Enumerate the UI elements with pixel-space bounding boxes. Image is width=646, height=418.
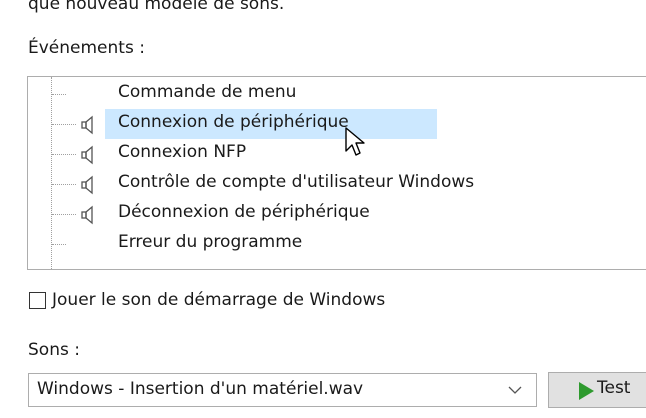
- chevron-down-icon: [508, 386, 522, 394]
- event-item[interactable]: Connexion NFP: [28, 139, 646, 169]
- event-item[interactable]: Déconnexion de périphérique: [28, 199, 646, 229]
- play-icon: [579, 382, 594, 400]
- events-list[interactable]: Commande de menu Connexion de périphériq…: [27, 76, 646, 270]
- speaker-icon: [81, 115, 93, 135]
- test-button-label: Test: [597, 378, 631, 398]
- tree-branch-line: [52, 94, 66, 95]
- description-text: que nouveau modèle de sons.: [28, 0, 285, 14]
- events-label: Événements :: [28, 38, 145, 58]
- event-item-label: Déconnexion de périphérique: [118, 202, 370, 222]
- sound-select[interactable]: Windows - Insertion d'un matériel.wav: [28, 373, 537, 407]
- speaker-icon: [81, 175, 93, 195]
- mouse-cursor-icon: [345, 127, 365, 156]
- event-item-label: Connexion de périphérique: [118, 112, 349, 132]
- event-item-label: Commande de menu: [118, 82, 297, 102]
- test-button[interactable]: Test: [548, 372, 646, 408]
- tree-branch-line: [52, 244, 66, 245]
- event-item-label: Erreur du programme: [118, 232, 303, 252]
- tree-branch-line: [52, 184, 76, 185]
- speaker-icon: [81, 205, 93, 225]
- event-item[interactable]: Contrôle de compte d'utilisateur Windows: [28, 169, 646, 199]
- event-item[interactable]: Commande de menu: [28, 79, 646, 109]
- sound-select-value: Windows - Insertion d'un matériel.wav: [37, 379, 364, 399]
- startup-sound-label[interactable]: Jouer le son de démarrage de Windows: [52, 290, 385, 310]
- tree-branch-line: [52, 214, 76, 215]
- speaker-icon: [81, 145, 93, 165]
- sounds-label: Sons :: [28, 340, 80, 360]
- startup-sound-checkbox[interactable]: [29, 292, 46, 309]
- event-item-selected[interactable]: Connexion de périphérique: [28, 109, 646, 139]
- tree-branch-line: [52, 154, 76, 155]
- event-item-label: Contrôle de compte d'utilisateur Windows: [118, 172, 475, 192]
- event-item-label: Connexion NFP: [118, 142, 247, 162]
- event-item[interactable]: Erreur du programme: [28, 229, 646, 259]
- tree-branch-line: [52, 124, 76, 125]
